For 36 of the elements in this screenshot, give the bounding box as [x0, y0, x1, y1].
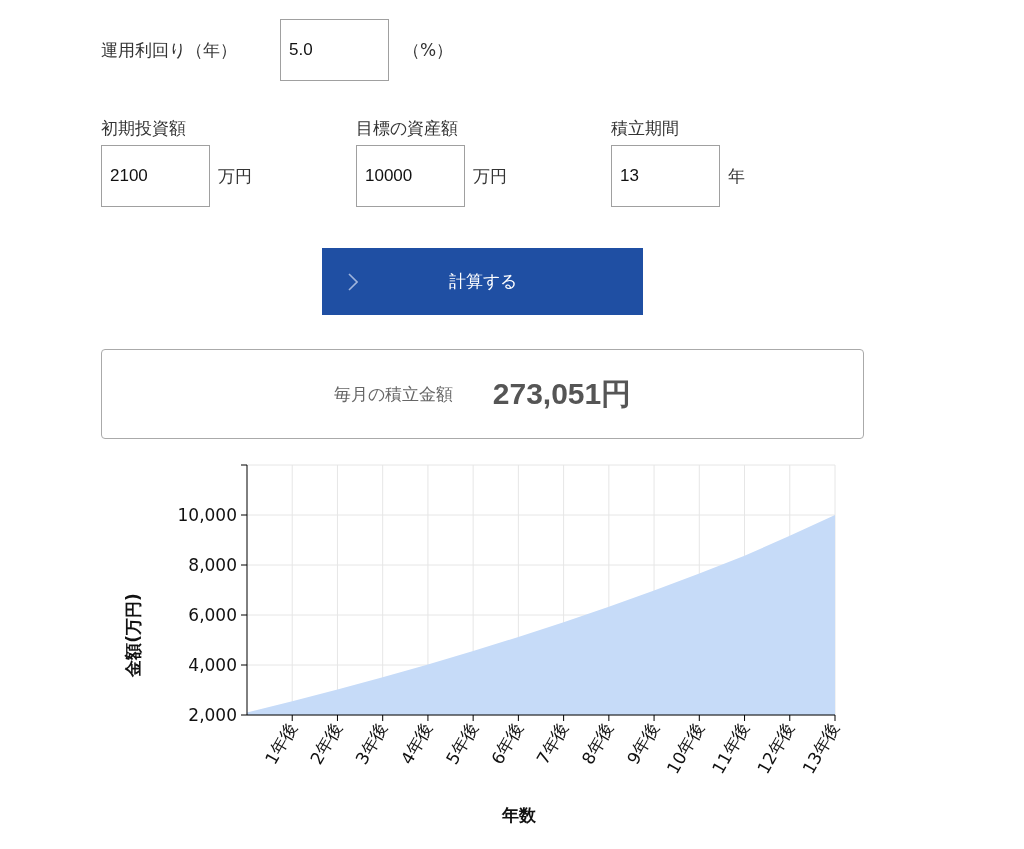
x-tick-label: 1年後	[260, 719, 301, 768]
x-axis-title: 年数	[502, 805, 536, 825]
field-label: 目標の資産額	[356, 117, 459, 140]
x-tick-label: 6年後	[487, 719, 527, 768]
x-tick-label: 5年後	[441, 719, 482, 768]
input-field[interactable]: 10000	[356, 145, 465, 207]
y-tick-label: 10,000	[177, 505, 237, 525]
y-tick-label: 6,000	[188, 605, 237, 625]
x-tick-label: 13年後	[798, 719, 844, 778]
x-tick-label: 10年後	[662, 719, 708, 778]
unit-label: （%）	[403, 38, 454, 62]
x-tick-label: 11年後	[707, 719, 753, 778]
x-tick-label: 2年後	[306, 719, 346, 768]
result-value: 273,051円	[492, 375, 632, 412]
y-tick-label: 8,000	[188, 555, 237, 575]
result-label: 毎月の積立金額	[333, 382, 453, 406]
x-tick-label: 4年後	[396, 719, 437, 768]
unit-label: 万円	[218, 164, 252, 188]
field-label: 積立期間	[611, 117, 680, 140]
unit-label: 年	[728, 164, 745, 188]
y-tick-label: 4,000	[188, 655, 237, 675]
field-label: 初期投資額	[101, 117, 187, 140]
unit-label: 万円	[473, 164, 507, 188]
y-axis-title: 金額(万円)	[123, 593, 143, 677]
field-label: 運用利回り（年）	[101, 38, 238, 62]
x-tick-label: 7年後	[532, 719, 573, 768]
calculate-button[interactable]: 計算する	[322, 248, 643, 315]
x-tick-label: 9年後	[622, 719, 663, 768]
y-tick-label: 2,000	[188, 705, 237, 725]
input-field[interactable]: 13	[611, 145, 720, 207]
x-tick-label: 8年後	[577, 719, 618, 768]
input-field[interactable]: 5.0	[280, 19, 389, 81]
chevron-icon	[348, 273, 358, 291]
input-field[interactable]: 2100	[101, 145, 210, 207]
x-tick-label: 12年後	[753, 719, 799, 778]
x-tick-label: 3年後	[351, 719, 392, 768]
